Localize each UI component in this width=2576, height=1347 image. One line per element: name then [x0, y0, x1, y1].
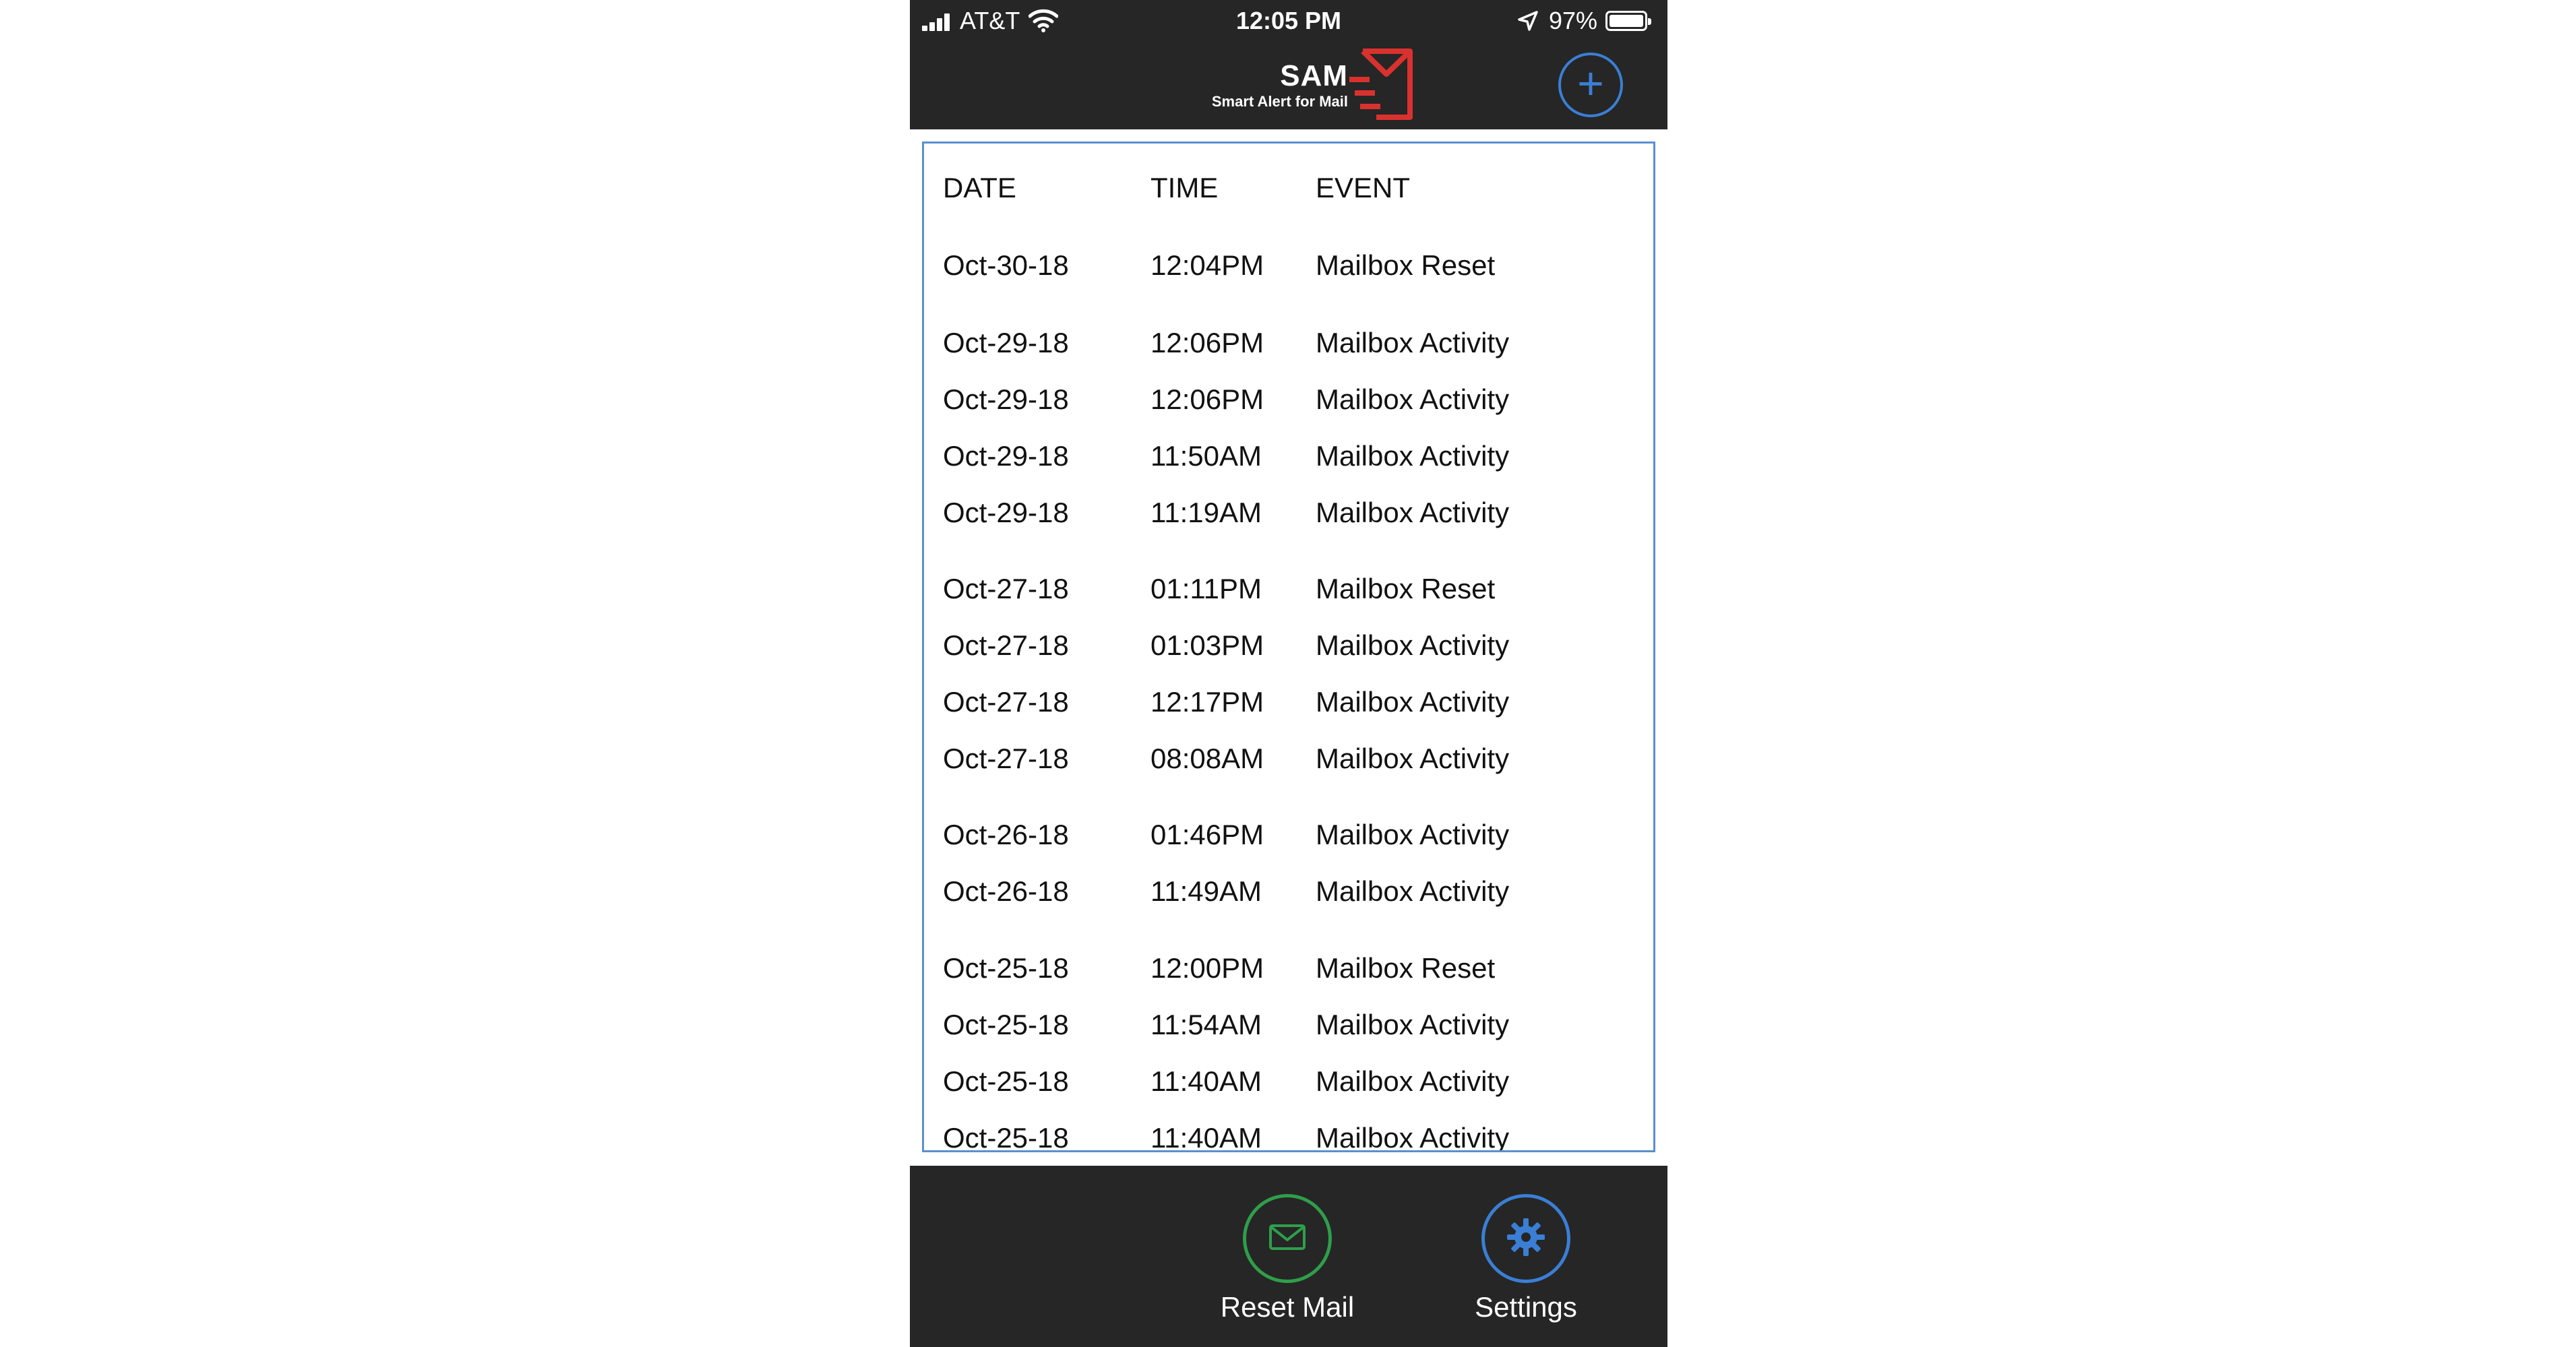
log-time: 11:19AM — [1151, 497, 1262, 528]
phone-screen: AT&T 12:05 PM 97% SAM Smart Alert for Ma… — [910, 0, 1667, 1347]
log-date: Oct-26-18 — [943, 819, 1069, 850]
log-event: Mailbox Activity — [1316, 497, 1510, 528]
log-date: Oct-27-18 — [943, 686, 1069, 718]
activity-log[interactable]: DATE TIME EVENT Oct-30-18 12:04PM Mailbo… — [922, 142, 1655, 1152]
reset-mail-button[interactable]: Reset Mail — [1213, 1194, 1361, 1323]
log-row: Oct-30-18 12:04PM Mailbox Reset — [924, 249, 1653, 290]
log-time: 12:17PM — [1151, 686, 1264, 718]
log-event: Mailbox Reset — [1316, 573, 1496, 604]
log-row: Oct-27-18 01:03PM Mailbox Activity — [924, 629, 1653, 670]
log-time: 12:00PM — [1151, 952, 1264, 984]
log-row: Oct-27-18 08:08AM Mailbox Activity — [924, 743, 1653, 783]
app-header: AT&T 12:05 PM 97% SAM Smart Alert for Ma… — [910, 0, 1667, 129]
settings-label: Settings — [1475, 1291, 1577, 1323]
bottom-toolbar: Reset Mail Settings — [910, 1166, 1667, 1347]
log-row: Oct-29-18 11:19AM Mailbox Activity — [924, 497, 1653, 537]
log-time: 01:11PM — [1151, 573, 1262, 604]
log-event: Mailbox Activity — [1316, 1122, 1510, 1152]
log-date: Oct-25-18 — [943, 1009, 1069, 1040]
log-row: Oct-25-18 12:00PM Mailbox Reset — [924, 952, 1653, 993]
log-event: Mailbox Activity — [1316, 875, 1510, 907]
log-time: 11:50AM — [1151, 440, 1262, 472]
log-event: Mailbox Activity — [1316, 743, 1510, 774]
log-row: Oct-25-18 11:54AM Mailbox Activity — [924, 1009, 1653, 1049]
log-event: Mailbox Activity — [1316, 1009, 1510, 1040]
log-time: 12:04PM — [1151, 249, 1264, 281]
sam-logo: SAM Smart Alert for Mail — [1173, 47, 1413, 123]
log-date: Oct-29-18 — [943, 327, 1069, 358]
log-time: 11:54AM — [1151, 1009, 1262, 1040]
battery-percent: 97% — [1549, 7, 1598, 34]
log-date: Oct-29-18 — [943, 440, 1069, 472]
mail-alert-icon — [1349, 47, 1414, 125]
settings-button[interactable]: Settings — [1452, 1194, 1600, 1323]
log-row: Oct-26-18 01:46PM Mailbox Activity — [924, 819, 1653, 859]
log-event: Mailbox Activity — [1316, 686, 1510, 718]
log-time: 11:40AM — [1151, 1065, 1262, 1097]
log-event: Mailbox Activity — [1316, 1065, 1510, 1097]
log-date: Oct-30-18 — [943, 249, 1069, 281]
log-row: Oct-27-18 01:11PM Mailbox Reset — [924, 573, 1653, 613]
log-row: Oct-29-18 12:06PM Mailbox Activity — [924, 327, 1653, 367]
page: AT&T 12:05 PM 97% SAM Smart Alert for Ma… — [0, 0, 2576, 1347]
log-date: Oct-27-18 — [943, 629, 1069, 661]
envelope-icon — [1268, 1224, 1306, 1254]
settings-circle[interactable] — [1481, 1194, 1570, 1283]
log-event: Mailbox Reset — [1316, 952, 1496, 984]
log-time: 01:46PM — [1151, 819, 1264, 850]
log-event: Mailbox Activity — [1316, 383, 1510, 415]
log-date: Oct-27-18 — [943, 573, 1069, 604]
log-date: Oct-25-18 — [943, 952, 1069, 984]
log-row: Oct-26-18 11:49AM Mailbox Activity — [924, 875, 1653, 916]
log-header-row: DATE TIME EVENT — [924, 172, 1653, 212]
log-row: Oct-25-18 11:40AM Mailbox Activity — [924, 1065, 1653, 1106]
gear-icon — [1506, 1217, 1546, 1261]
log-row: Oct-27-18 12:17PM Mailbox Activity — [924, 686, 1653, 726]
log-date: Oct-29-18 — [943, 383, 1069, 415]
reset-mail-circle[interactable] — [1243, 1194, 1332, 1283]
log-time: 12:06PM — [1151, 383, 1264, 415]
log-time: 08:08AM — [1151, 743, 1264, 774]
log-row: Oct-29-18 11:50AM Mailbox Activity — [924, 440, 1653, 480]
log-event: Mailbox Activity — [1316, 327, 1510, 358]
log-row: Oct-25-18 11:40AM Mailbox Activity — [924, 1122, 1653, 1152]
reset-mail-label: Reset Mail — [1220, 1291, 1355, 1323]
add-button[interactable]: + — [1558, 53, 1623, 117]
log-date: Oct-27-18 — [943, 743, 1069, 774]
logo-title: SAM — [1280, 59, 1348, 92]
log-date: Oct-25-18 — [943, 1065, 1069, 1097]
status-bar: AT&T 12:05 PM 97% — [910, 0, 1667, 42]
location-arrow-icon — [1516, 9, 1539, 38]
column-header-time: TIME — [1151, 172, 1219, 203]
log-date: Oct-29-18 — [943, 497, 1069, 528]
log-event: Mailbox Activity — [1316, 629, 1510, 661]
logo-subtitle: Smart Alert for Mail — [1211, 93, 1348, 110]
log-event: Mailbox Reset — [1316, 249, 1496, 281]
battery-icon — [1605, 11, 1651, 31]
log-date: Oct-26-18 — [943, 875, 1069, 907]
column-header-date: DATE — [943, 172, 1016, 203]
log-event: Mailbox Activity — [1316, 819, 1510, 850]
column-header-event: EVENT — [1316, 172, 1411, 203]
log-time: 11:49AM — [1151, 875, 1262, 907]
log-date: Oct-25-18 — [943, 1122, 1069, 1152]
log-time: 01:03PM — [1151, 629, 1264, 661]
log-time: 12:06PM — [1151, 327, 1264, 358]
log-event: Mailbox Activity — [1316, 440, 1510, 472]
log-time: 11:40AM — [1151, 1122, 1262, 1152]
log-row: Oct-29-18 12:06PM Mailbox Activity — [924, 383, 1653, 424]
